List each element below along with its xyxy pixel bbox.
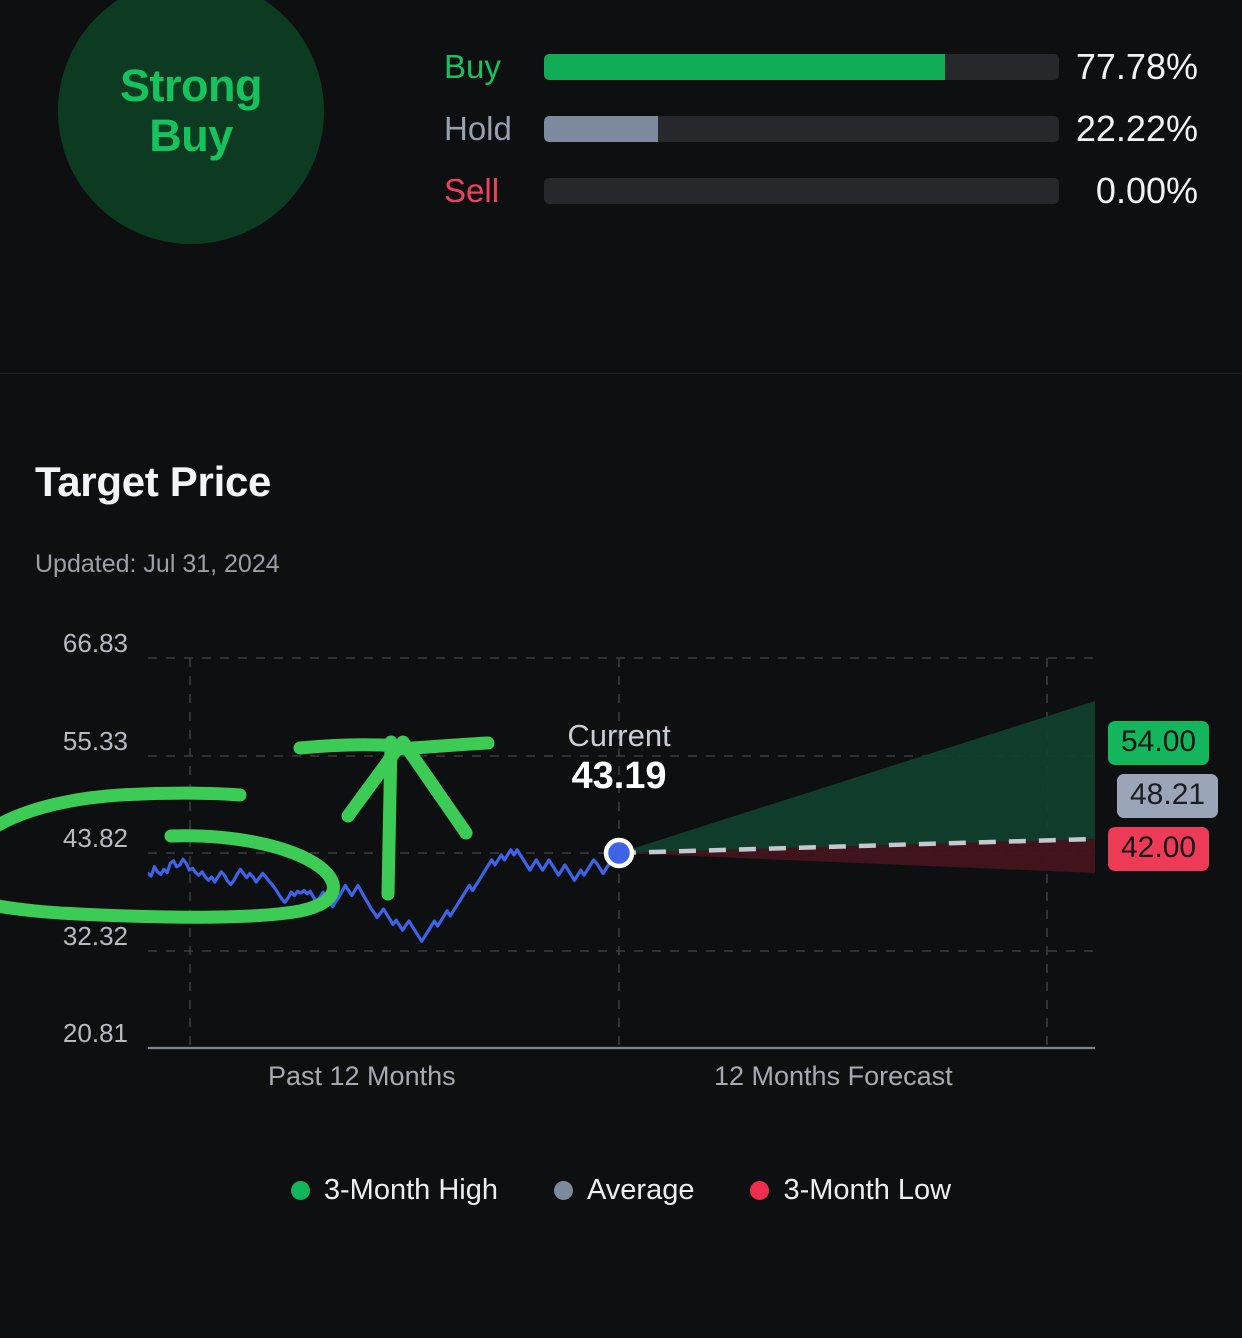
consensus-label-hold: Hold <box>444 110 512 147</box>
analyst-consensus-section: Strong Buy Buy 77.78% Hold 22.22% Sell 0… <box>0 0 1242 374</box>
legend-dot-low-icon <box>750 1181 770 1200</box>
y-tick-1: 55.33 <box>62 726 128 756</box>
consensus-bar-fill-hold <box>544 116 659 142</box>
updated-timestamp: Updated: Jul 31, 2024 <box>35 550 280 578</box>
target-price-section: Target Price Updated: Jul 31, 2024 66.83… <box>0 374 1242 1338</box>
consensus-pct-hold: 22.22% <box>1075 108 1198 149</box>
legend-label-average: Average <box>586 1174 695 1206</box>
legend-dot-average-icon <box>553 1181 573 1200</box>
legend-item-high: 3-Month High <box>290 1174 498 1207</box>
legend-label-low: 3-Month Low <box>783 1174 952 1206</box>
target-price-chart: 66.83 55.33 43.82 32.32 20.81 Current 43… <box>0 614 1242 1174</box>
rating-badge: Strong Buy <box>58 0 324 244</box>
current-price-marker <box>603 837 635 869</box>
target-badge-average[interactable]: 48.21 <box>1117 774 1219 818</box>
y-axis-ticks: 66.83 55.33 43.82 32.32 20.81 <box>0 614 128 1174</box>
x-label-forecast: 12 Months Forecast <box>714 1061 953 1091</box>
legend-label-high: 3-Month High <box>323 1174 498 1206</box>
consensus-bar-track-hold <box>544 116 1059 142</box>
y-tick-0: 66.83 <box>62 628 128 658</box>
current-price-title: Current <box>567 718 671 753</box>
target-badge-low[interactable]: 42.00 <box>1108 827 1210 871</box>
x-label-past: Past 12 Months <box>268 1061 456 1091</box>
chart-canvas <box>148 657 1096 1050</box>
rating-badge-line1: Strong <box>120 59 262 111</box>
y-tick-3: 32.32 <box>62 921 128 951</box>
consensus-bar-track-sell <box>544 178 1059 204</box>
consensus-bars: Buy 77.78% Hold 22.22% Sell 0.00% <box>444 36 1212 222</box>
rating-badge-line2: Buy <box>149 110 233 161</box>
legend-item-average: Average <box>553 1174 695 1207</box>
legend-dot-high-icon <box>290 1181 310 1200</box>
chart-legend: 3-Month High Average 3-Month Low <box>0 1174 1242 1207</box>
consensus-bar-fill-buy <box>544 54 945 80</box>
consensus-pct-buy: 77.78% <box>1075 46 1198 87</box>
consensus-pct-sell: 0.00% <box>1095 170 1198 211</box>
target-badge-high[interactable]: 54.00 <box>1108 721 1210 765</box>
y-tick-4: 20.81 <box>62 1018 128 1048</box>
legend-item-low: 3-Month Low <box>750 1174 951 1207</box>
consensus-bar-track-buy <box>544 54 1059 80</box>
page-title: Target Price <box>35 458 272 505</box>
consensus-row-sell: Sell 0.00% <box>444 160 1212 222</box>
current-price-value: 43.19 <box>571 755 667 798</box>
current-price-label: Current 43.19 <box>506 718 732 801</box>
consensus-row-hold: Hold 22.22% <box>444 98 1212 160</box>
historical-price-line <box>148 848 621 943</box>
y-tick-2: 43.82 <box>62 823 128 853</box>
consensus-label-buy: Buy <box>444 48 501 85</box>
consensus-row-buy: Buy 77.78% <box>444 36 1212 98</box>
consensus-label-sell: Sell <box>444 172 500 209</box>
